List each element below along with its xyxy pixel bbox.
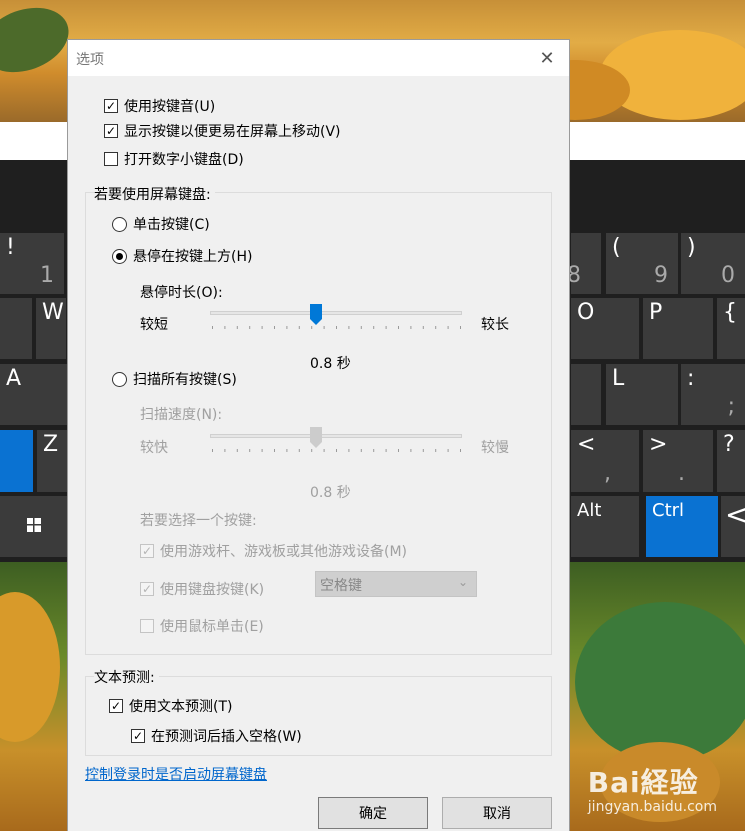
key-1[interactable]: ! 1 (0, 233, 64, 294)
scan-speed-max: 较慢 (481, 440, 509, 456)
hover-keys-radio[interactable]: 悬停在按键上方(H) (112, 246, 252, 266)
options-dialog: 选项 ✕ ✓ 使用按键音(U) ✓ 显示按键以便更易在屏幕上移动(V) 打开数字… (67, 39, 570, 831)
scan-speed-value: 0.8 秒 (310, 485, 351, 501)
control-login-link[interactable]: 控制登录时是否启动屏幕键盘 (85, 764, 267, 784)
key-period[interactable]: > . (643, 430, 713, 492)
key-z[interactable]: Z (37, 430, 67, 492)
key-a[interactable]: A (0, 364, 67, 425)
checkbox-box[interactable] (140, 619, 154, 633)
key-o[interactable]: O (571, 298, 639, 359)
keyboard-key-select[interactable]: 空格键 ⌄ (315, 571, 477, 597)
hover-duration-value: 0.8 秒 (310, 356, 351, 372)
use-joystick-checkbox[interactable]: ✓ 使用游戏杆、游戏板或其他游戏设备(M) (140, 541, 407, 561)
show-keys-checkbox[interactable]: ✓ 显示按键以便更易在屏幕上移动(V) (104, 121, 341, 141)
windows-icon (27, 518, 41, 532)
checkbox-box[interactable]: ✓ (140, 582, 154, 596)
key-semicolon[interactable]: : ; (681, 364, 745, 425)
hover-duration-label: 悬停时长(O): (140, 285, 223, 301)
close-icon: ✕ (539, 47, 555, 69)
close-button[interactable]: ✕ (525, 40, 569, 76)
use-osk-group-label: 若要使用屏幕键盘: (94, 184, 215, 204)
key-brace[interactable]: { (717, 298, 745, 359)
select-key-label: 若要选择一个按键: (140, 513, 257, 529)
key-8[interactable]: 8 (567, 233, 601, 294)
key-9[interactable]: ( 9 (606, 233, 678, 294)
checkbox-box[interactable]: ✓ (104, 99, 118, 113)
hover-duration-max: 较长 (481, 317, 509, 333)
checkbox-box[interactable] (104, 152, 118, 166)
key-l[interactable]: L (606, 364, 678, 425)
slider-thumb[interactable] (309, 427, 322, 449)
dialog-title: 选项 (76, 52, 104, 68)
use-click-sound-checkbox[interactable]: ✓ 使用按键音(U) (104, 96, 215, 116)
ok-button[interactable]: 确定 (318, 797, 428, 829)
checkbox-box[interactable]: ✓ (104, 124, 118, 138)
use-text-prediction-checkbox[interactable]: ✓ 使用文本预测(T) (109, 696, 232, 716)
key-tab[interactable] (0, 298, 32, 359)
click-keys-radio[interactable]: 单击按键(C) (112, 214, 210, 234)
use-mouse-click-checkbox[interactable]: 使用鼠标单击(E) (140, 616, 264, 636)
insert-space-checkbox[interactable]: ✓ 在预测词后插入空格(W) (131, 726, 302, 746)
scan-speed-slider[interactable] (210, 427, 462, 457)
checkbox-box[interactable]: ✓ (131, 729, 145, 743)
key-ctrl[interactable]: Ctrl (646, 496, 718, 557)
key-windows[interactable] (0, 496, 67, 557)
hover-duration-slider[interactable] (210, 304, 462, 334)
key-comma[interactable]: < , (571, 430, 639, 492)
checkbox-box[interactable]: ✓ (140, 544, 154, 558)
scan-speed-label: 扫描速度(N): (140, 407, 223, 423)
use-keyboard-key-checkbox[interactable]: ✓ 使用键盘按键(K) (140, 579, 264, 599)
hover-duration-min: 较短 (140, 317, 168, 333)
key-p[interactable]: P (643, 298, 713, 359)
checkbox-box[interactable]: ✓ (109, 699, 123, 713)
watermark: Bai経验 jingyan.baidu.com (587, 766, 717, 815)
key-w[interactable]: W (36, 298, 66, 359)
key-alt[interactable]: Alt (571, 496, 639, 557)
dialog-titlebar[interactable]: 选项 ✕ (68, 40, 569, 76)
key-question[interactable]: ? (717, 430, 745, 492)
key-k[interactable] (571, 364, 601, 425)
scan-speed-min: 较快 (140, 440, 168, 456)
key-0[interactable]: ) 0 (681, 233, 745, 294)
chevron-down-icon: ⌄ (457, 575, 468, 589)
slider-thumb[interactable] (309, 304, 322, 326)
key-shift-left[interactable] (0, 430, 33, 492)
text-prediction-group-label: 文本预测: (94, 667, 159, 687)
scan-keys-radio[interactable]: 扫描所有按键(S) (112, 369, 237, 389)
numpad-checkbox[interactable]: 打开数字小键盘(D) (104, 149, 244, 169)
key-arrow-left[interactable]: < (721, 496, 745, 557)
cancel-button[interactable]: 取消 (442, 797, 552, 829)
